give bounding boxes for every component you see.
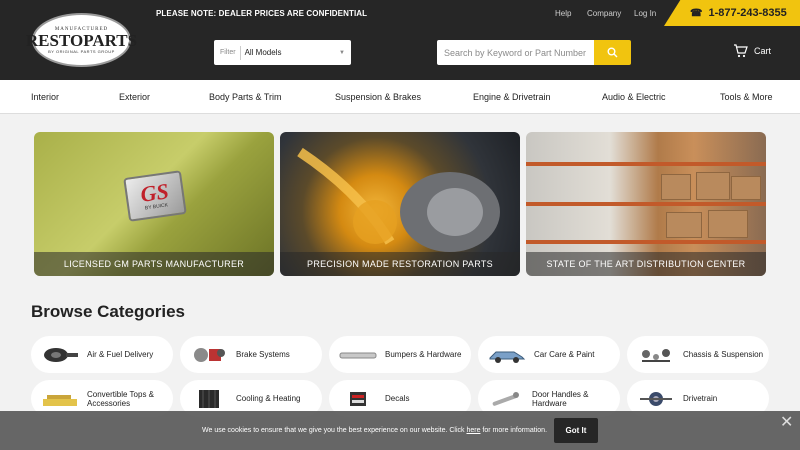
nav-item-exterior[interactable]: Exterior [119, 92, 150, 102]
category-label: Convertible Tops & Accessories [87, 389, 154, 408]
cookie-text-after: for more information. [480, 427, 548, 434]
nav-item-engine-drivetrain[interactable]: Engine & Drivetrain [473, 92, 551, 102]
hero-caption: PRECISION MADE RESTORATION PARTS [280, 252, 520, 276]
door-handle-icon [488, 388, 524, 410]
top-header: MANUFACTURED RESTOPARTS BY ORIGINAL PART… [0, 0, 800, 80]
dealer-notice: PLEASE NOTE: DEALER PRICES ARE CONFIDENT… [156, 9, 368, 18]
category-label: Car Care & Paint [534, 350, 595, 359]
logo-bottom-text: BY ORIGINAL PARTS GROUP [48, 48, 115, 54]
category-label: Cooling & Heating [236, 394, 301, 403]
category-label: Chassis & Suspension [683, 350, 764, 359]
category-label: Door Handles & Hardware [532, 389, 589, 408]
nav-item-suspension-brakes[interactable]: Suspension & Brakes [335, 92, 421, 102]
phone-icon: ☎ [690, 7, 703, 19]
close-icon[interactable]: ✕ [780, 412, 793, 432]
category-label: Air & Fuel Delivery [87, 350, 154, 359]
hero-tile-precision[interactable]: PRECISION MADE RESTORATION PARTS [280, 132, 520, 276]
category-bumpers-hardware[interactable]: Bumpers & Hardware [329, 336, 471, 373]
restoparts-logo[interactable]: MANUFACTURED RESTOPARTS BY ORIGINAL PART… [26, 13, 137, 67]
search-button[interactable] [594, 40, 631, 65]
search-input[interactable] [437, 40, 594, 65]
logo-main-text: RESTOPARTS [25, 30, 138, 50]
nav-item-tools-more[interactable]: Tools & More [720, 92, 773, 102]
drivetrain-icon [637, 388, 675, 410]
brake-parts-icon [190, 344, 228, 366]
category-brake-systems[interactable]: Brake Systems [180, 336, 322, 373]
hero-tile-distribution[interactable]: STATE OF THE ART DISTRIBUTION CENTER [526, 132, 766, 276]
category-label: Bumpers & Hardware [385, 350, 462, 359]
convertible-top-icon [41, 388, 79, 410]
decal-icon [339, 388, 377, 410]
category-car-care-paint[interactable]: Car Care & Paint [478, 336, 620, 373]
main-nav: Interior Exterior Body Parts & Trim Susp… [0, 80, 800, 114]
gs-badge-image: GS BY BUICK [123, 170, 187, 222]
chevron-down-icon: ▼ [339, 49, 345, 56]
model-filter-select[interactable]: Filter All Models ▼ [214, 40, 351, 65]
category-chassis-suspension[interactable]: Chassis & Suspension [627, 336, 769, 373]
phone-number: 1-877-243-8355 [708, 7, 787, 19]
nav-item-interior[interactable]: Interior [31, 92, 59, 102]
nav-item-body-parts-trim[interactable]: Body Parts & Trim [209, 92, 282, 102]
filter-value: All Models [244, 48, 282, 57]
category-label: Decals [385, 394, 410, 403]
chassis-parts-icon [637, 344, 675, 366]
nav-item-audio-electric[interactable]: Audio & Electric [602, 92, 666, 102]
company-link[interactable]: Company [587, 9, 621, 18]
cart-button[interactable]: Cart [733, 44, 771, 58]
cookie-text-before: We use cookies to ensure that we give yo… [202, 427, 467, 434]
hero-caption: LICENSED GM PARTS MANUFACTURER [34, 252, 274, 276]
search-icon [607, 47, 618, 58]
cookie-banner: We use cookies to ensure that we give yo… [0, 411, 800, 450]
cookie-text: We use cookies to ensure that we give yo… [202, 427, 547, 434]
phone-banner[interactable]: ☎ 1-877-243-8355 [664, 0, 800, 26]
category-air-fuel[interactable]: Air & Fuel Delivery [31, 336, 173, 373]
category-label: Drivetrain [683, 394, 718, 403]
cart-icon [734, 44, 748, 58]
cart-label: Cart [754, 46, 772, 56]
bumper-icon [339, 344, 377, 366]
air-filter-icon [41, 344, 79, 366]
hero-caption: STATE OF THE ART DISTRIBUTION CENTER [526, 252, 766, 276]
cookie-accept-button[interactable]: Got It [554, 418, 598, 443]
browse-categories-title: Browse Categories [31, 302, 185, 321]
login-link[interactable]: Log In [634, 9, 656, 18]
hero-tile-licensed[interactable]: GS BY BUICK LICENSED GM PARTS MANUFACTUR… [34, 132, 274, 276]
cookie-more-info-link[interactable]: here [466, 427, 480, 434]
filter-label: Filter [214, 45, 241, 60]
category-label: Brake Systems [236, 350, 290, 359]
help-link[interactable]: Help [555, 9, 571, 18]
car-icon [488, 344, 526, 366]
radiator-icon [190, 388, 228, 410]
